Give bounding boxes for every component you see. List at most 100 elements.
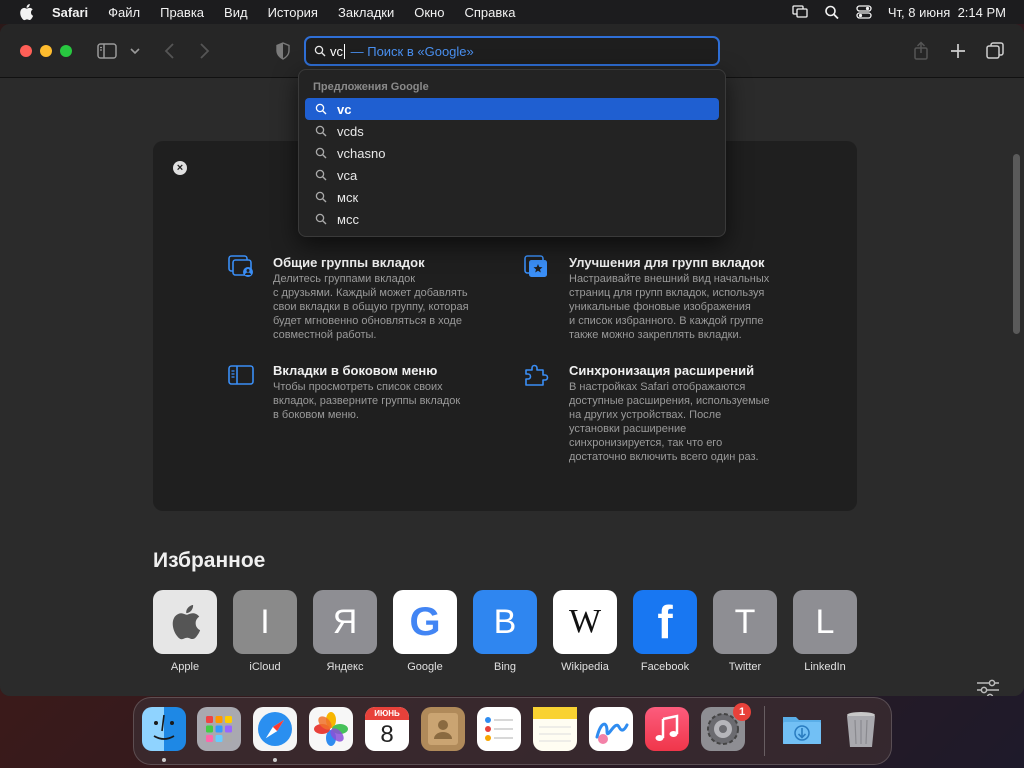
close-window-button[interactable]	[20, 45, 32, 57]
menu-window[interactable]: Окно	[414, 5, 444, 20]
favorite-tile-icon	[153, 590, 217, 654]
favorite-label: Bing	[493, 661, 517, 673]
apple-logo-icon[interactable]	[18, 3, 34, 21]
feature-description: Делитесь группами вкладок с друзьями. Ка…	[273, 273, 469, 341]
feature-description: Настраивайте внешний вид начальных стран…	[569, 273, 770, 341]
favorite-icloud[interactable]: IiCloud	[233, 590, 297, 673]
close-card-button[interactable]: ×	[173, 161, 187, 175]
menu-view[interactable]: Вид	[224, 5, 248, 20]
launchpad-grid-icon	[206, 716, 232, 742]
suggestion-label: vca	[337, 167, 358, 183]
menu-help[interactable]: Справка	[464, 5, 515, 20]
notification-badge: 1	[733, 703, 751, 721]
menu-app-name[interactable]: Safari	[52, 5, 88, 20]
search-icon	[315, 191, 327, 203]
sidebar-tabs-icon	[228, 365, 254, 385]
search-icon	[314, 45, 326, 57]
customize-start-page-icon[interactable]	[976, 679, 1000, 696]
favorite-tile-icon: L	[793, 590, 857, 654]
suggestion-item[interactable]: vca	[305, 164, 719, 186]
finder-icon[interactable]	[142, 707, 186, 751]
favorite-wikipedia[interactable]: W Wikipedia	[553, 590, 617, 673]
privacy-shield-icon[interactable]	[273, 41, 293, 61]
favorite-tile-icon: Я	[313, 590, 377, 654]
sidebar-toggle-icon[interactable]	[97, 41, 117, 61]
suggestion-item[interactable]: мсс	[305, 208, 719, 230]
suggestion-item[interactable]: мск	[305, 186, 719, 208]
photos-flower-icon	[314, 712, 348, 746]
suggestion-item[interactable]: vcds	[305, 120, 719, 142]
favorite-twitter[interactable]: T Twitter	[713, 590, 777, 673]
address-bar[interactable]: vc — Поиск в «Google»	[304, 36, 720, 66]
search-icon	[315, 213, 327, 225]
favorite-label: iCloud	[249, 661, 281, 673]
share-icon[interactable]	[911, 41, 931, 61]
minimize-window-button[interactable]	[40, 45, 52, 57]
dock: ИЮНЬ 8 1	[133, 697, 892, 765]
favorite-label: Google	[407, 661, 443, 673]
control-center-icon[interactable]	[856, 5, 872, 19]
notes-pad-icon	[533, 707, 577, 742]
safari-icon[interactable]	[253, 707, 297, 751]
suggestion-label: vcds	[337, 123, 364, 139]
menu-bar-clock[interactable]: Чт, 8 июня 2:14 PM	[888, 5, 1006, 20]
music-note-icon	[655, 714, 679, 741]
suggestion-label: мсс	[337, 211, 359, 227]
favorite-google[interactable]: G Google	[393, 590, 457, 673]
suggestion-label: vchasno	[337, 145, 386, 161]
calendar-month: ИЮНЬ	[365, 707, 409, 720]
chevron-down-icon[interactable]	[128, 41, 142, 61]
menu-bookmarks[interactable]: Закладки	[338, 5, 394, 20]
spotlight-search-icon[interactable]	[824, 5, 840, 19]
forward-icon[interactable]	[194, 41, 214, 61]
menu-edit[interactable]: Правка	[160, 5, 204, 20]
menu-bar-status: Чт, 8 июня 2:14 PM	[792, 0, 1006, 24]
menu-bar: Safari Файл Правка Вид История Закладки …	[0, 0, 1024, 24]
screen-mirroring-icon[interactable]	[792, 5, 808, 19]
favorite-label: Wikipedia	[561, 661, 609, 673]
favorite-tile-icon: G	[393, 590, 457, 654]
favorite-tile-icon: B	[473, 590, 537, 654]
search-icon	[315, 147, 327, 159]
favorite-linkedin[interactable]: L LinkedIn	[793, 590, 857, 673]
trash-icon[interactable]	[839, 707, 883, 751]
calendar-icon[interactable]: ИЮНЬ 8	[365, 707, 409, 751]
contacts-icon[interactable]	[421, 707, 465, 751]
system-settings-icon[interactable]: 1	[701, 703, 751, 751]
vertical-scrollbar[interactable]	[1013, 154, 1020, 334]
freeform-icon[interactable]	[589, 707, 633, 751]
favorite-tile-icon: I	[233, 590, 297, 654]
launchpad-icon[interactable]	[197, 707, 241, 751]
menu-history[interactable]: История	[268, 5, 318, 20]
favorite-label: LinkedIn	[804, 661, 846, 673]
favorite-facebook[interactable]: f Facebook	[633, 590, 697, 673]
favorite-label: Facebook	[640, 661, 690, 673]
downloads-folder-icon[interactable]	[780, 707, 824, 751]
tab-overview-icon[interactable]	[985, 41, 1005, 61]
new-tab-icon[interactable]	[948, 41, 968, 61]
feature-title: Вкладки в боковом меню	[273, 363, 438, 378]
favorite-яндекс[interactable]: Я Яндекс	[313, 590, 377, 673]
running-indicator	[273, 758, 277, 762]
favorite-bing[interactable]: B Bing	[473, 590, 537, 673]
notes-icon[interactable]	[533, 707, 577, 751]
music-icon[interactable]	[645, 707, 689, 751]
favorite-apple[interactable]: Apple	[153, 590, 217, 673]
reminders-icon[interactable]	[477, 707, 521, 751]
suggestion-item[interactable]: vchasno	[305, 142, 719, 164]
text-caret	[344, 43, 345, 59]
menu-file[interactable]: Файл	[108, 5, 140, 20]
zoom-window-button[interactable]	[60, 45, 72, 57]
reminders-list-icon	[485, 717, 513, 741]
downloads-icon	[783, 717, 821, 744]
favorites-title: Избранное	[153, 549, 266, 572]
back-icon[interactable]	[160, 41, 180, 61]
feature-title: Общие группы вкладок	[273, 255, 425, 270]
feature-title: Синхронизация расширений	[569, 363, 755, 378]
safari-compass-icon	[258, 712, 292, 746]
suggestion-label: vc	[337, 101, 352, 117]
photos-icon[interactable]	[309, 707, 353, 751]
suggestion-item[interactable]: vc	[305, 98, 719, 120]
address-typed-text: vc	[330, 43, 343, 59]
search-icon	[315, 103, 327, 115]
